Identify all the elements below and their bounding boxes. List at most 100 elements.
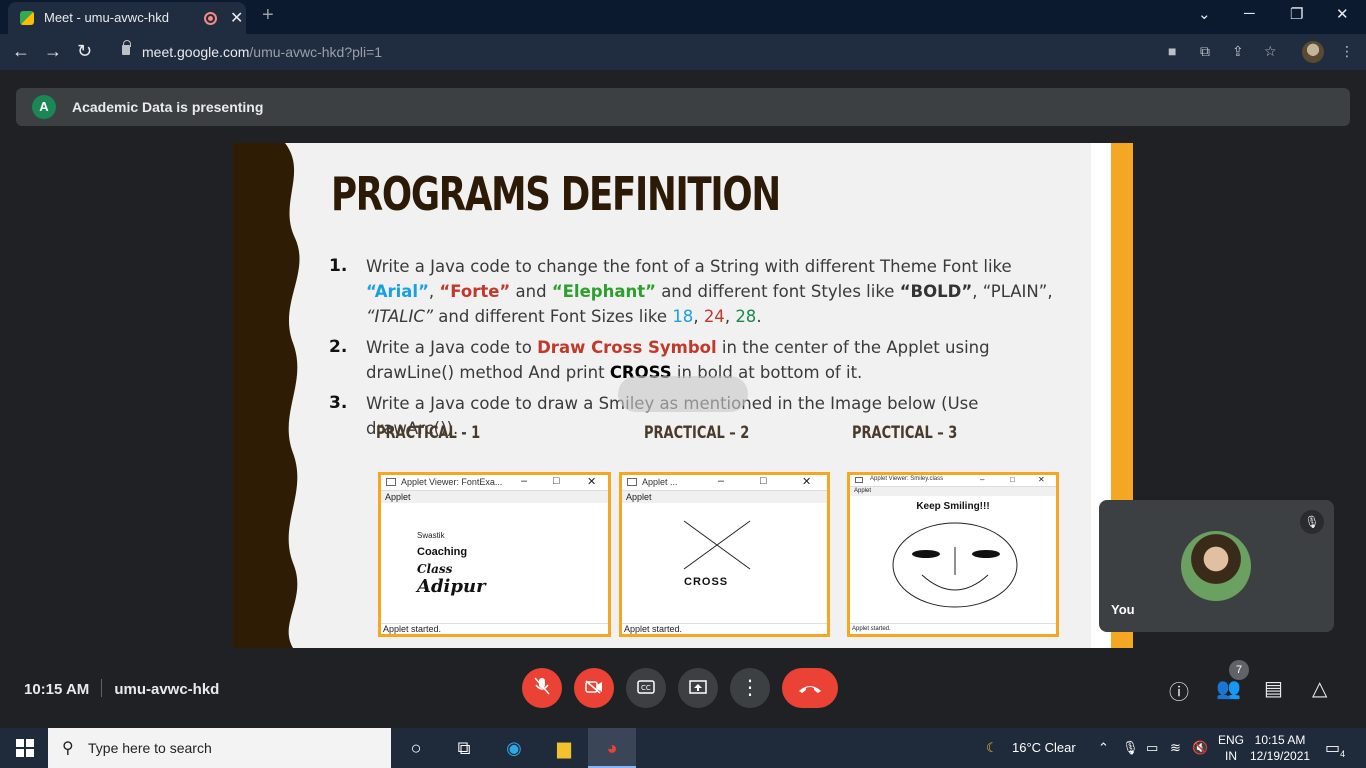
italic-label: “ITALIC”	[366, 307, 434, 326]
present-button[interactable]	[678, 668, 718, 708]
wifi-icon[interactable]: ≋	[1170, 740, 1181, 756]
restore-button[interactable]: ❐	[1290, 5, 1303, 23]
practical-1-heading: PRACTICAL - 1	[376, 423, 481, 443]
muted-mic-icon: 🎙	[1300, 510, 1324, 534]
text-run: ,	[693, 307, 704, 326]
bold-label: “BOLD”	[899, 282, 973, 301]
url-path: /umu-avwc-hkd?pli=1	[249, 44, 383, 60]
language-indicator[interactable]: ENG IN	[1218, 732, 1244, 764]
tray-chevron-icon[interactable]: ⌃	[1098, 740, 1109, 756]
draw-cross-label: Draw Cross Symbol	[537, 338, 717, 357]
taskbar-search-box[interactable]: ⚲ Type here to search	[48, 728, 391, 768]
end-call-button[interactable]	[782, 668, 838, 708]
meeting-details-info-icon[interactable]: ⓘ	[1169, 676, 1189, 705]
edge-icon[interactable]: ◉	[490, 728, 538, 768]
present-icon	[689, 680, 707, 694]
presenting-banner: A Academic Data is presenting	[16, 88, 1350, 126]
applet-window-icon	[386, 478, 396, 486]
coaching-text: Coaching	[417, 546, 468, 558]
item-number: 1.	[329, 256, 348, 276]
url-text: meet.google.com/umu-avwc-hkd?pli=1	[142, 44, 382, 60]
applet-status: Applet started.	[381, 623, 608, 634]
text-run: ,	[724, 307, 736, 326]
self-name-label: You	[1111, 602, 1135, 617]
item-text: Write a Java code to change the font of …	[366, 254, 1066, 329]
file-explorer-icon[interactable]: ▆	[540, 728, 588, 768]
svg-text:CC: CC	[641, 684, 651, 692]
applet-window-font: Applet Viewer: FontExa... – □ ✕ Applet S…	[378, 472, 611, 637]
camera-icon[interactable]: ■	[1168, 43, 1176, 59]
activities-icon[interactable]: △	[1312, 676, 1327, 701]
maximize-icon: □	[760, 475, 767, 487]
weather-moon-icon[interactable]: ☾	[986, 740, 998, 756]
applet-menu: Applet	[381, 491, 608, 503]
network-icon[interactable]: ▭	[1146, 740, 1158, 756]
applet-title: Applet Viewer: Smiley.class	[870, 476, 944, 482]
applet-titlebar: Applet Viewer: FontExa... – □ ✕	[381, 475, 608, 491]
applet-status: Applet started.	[850, 623, 1056, 634]
practical-2-heading: PRACTICAL – 2	[644, 423, 750, 443]
search-icon: ⚲	[62, 740, 74, 757]
presenting-text: Academic Data is presenting	[72, 99, 264, 115]
adipur-text: Adipur	[417, 576, 486, 597]
slide-wavy-border	[233, 143, 300, 648]
size-24: 24	[703, 307, 725, 326]
cortana-icon[interactable]: ○	[392, 728, 440, 768]
weather-text[interactable]: 16°C Clear	[1012, 740, 1076, 755]
close-icon: ✕	[802, 476, 812, 488]
chat-icon[interactable]: ▤	[1264, 676, 1283, 701]
lock-icon[interactable]	[122, 40, 131, 55]
microphone-icon[interactable]: 🎙	[1122, 740, 1139, 756]
captions-button[interactable]: CC	[626, 668, 666, 708]
maximize-icon: □	[1010, 475, 1015, 484]
camera-off-button[interactable]	[574, 668, 614, 708]
task-view-icon[interactable]: ⧉	[440, 728, 488, 768]
applet-menu: Applet	[622, 491, 827, 503]
back-arrow-icon[interactable]: ←	[12, 41, 30, 62]
volume-muted-icon[interactable]: 🔇	[1192, 740, 1208, 756]
arial-label: “Arial”	[366, 282, 429, 301]
tab-search-chevron-icon[interactable]: ⌄	[1198, 5, 1211, 23]
mic-off-icon	[534, 677, 550, 695]
tab-close-button[interactable]: ✕	[230, 8, 243, 28]
browser-tab[interactable]: Meet - umu-avwc-hkd ✕	[8, 2, 246, 34]
presentation-overlay-controls[interactable]	[618, 376, 748, 412]
menu-kebab-icon[interactable]: ⋮	[1340, 43, 1354, 60]
notifications-icon[interactable]: ▭4	[1325, 738, 1345, 759]
applet-title: Applet Viewer: FontExa...	[401, 477, 503, 487]
applet-titlebar: Applet ... – □ ✕	[622, 475, 827, 491]
chrome-icon[interactable]: ◕	[588, 728, 636, 768]
text-run: , “PLAIN”,	[972, 282, 1053, 301]
applet-window-icon	[855, 477, 863, 483]
meet-favicon-icon	[20, 11, 34, 25]
forward-arrow-icon[interactable]: →	[44, 41, 62, 62]
bookmark-star-icon[interactable]: ☆	[1264, 43, 1277, 60]
captions-icon: CC	[637, 680, 655, 694]
new-tab-button[interactable]: +	[262, 4, 274, 27]
text-run: Write a Java code to change the font of …	[366, 257, 1012, 276]
reload-icon[interactable]: ↻	[77, 41, 92, 62]
self-video-tile[interactable]: 🎙 You	[1099, 500, 1334, 632]
minimize-button[interactable]: ─	[1244, 5, 1255, 22]
share-icon[interactable]: ⇪	[1232, 43, 1244, 60]
camera-off-icon	[585, 680, 602, 694]
swastik-text: Swastik	[417, 531, 445, 540]
applet-status: Applet started.	[622, 623, 827, 634]
text-run: Write a Java code to	[366, 338, 538, 357]
item-number: 2.	[329, 337, 348, 357]
more-options-button[interactable]: ⋮	[730, 668, 770, 708]
close-window-button[interactable]: ✕	[1336, 5, 1349, 23]
elephant-label: “Elephant”	[551, 282, 656, 301]
translate-icon[interactable]: ⧉	[1200, 43, 1210, 60]
clock-date: 12/19/2021	[1250, 749, 1311, 763]
meeting-code: umu-avwc-hkd	[114, 681, 220, 698]
language-code: ENG	[1218, 733, 1245, 747]
browser-toolbar: ← → ↻ meet.google.com/umu-avwc-hkd?pli=1…	[0, 34, 1366, 70]
applet-title: Applet ...	[642, 477, 678, 487]
address-field[interactable]: meet.google.com/umu-avwc-hkd?pli=1	[112, 38, 1152, 66]
tab-title: Meet - umu-avwc-hkd	[44, 10, 169, 25]
mic-off-button[interactable]	[522, 668, 562, 708]
profile-avatar[interactable]	[1302, 41, 1324, 63]
windows-start-icon[interactable]	[16, 739, 34, 757]
system-clock[interactable]: 10:15 AM 12/19/2021	[1250, 732, 1310, 764]
